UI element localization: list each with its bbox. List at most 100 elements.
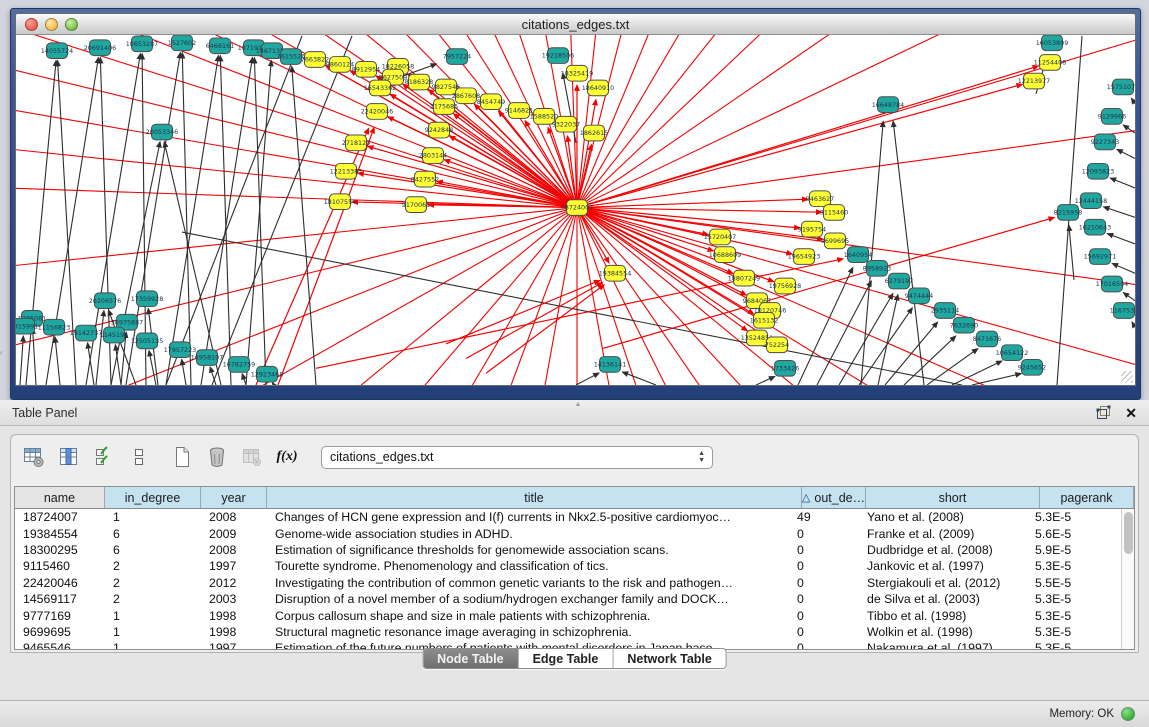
cell-title[interactable]: Disruption of a novel member of a sodium… [267, 592, 789, 606]
network-node[interactable]: 16782759 [223, 357, 256, 373]
network-node[interactable]: 15720407 [704, 229, 737, 245]
network-node[interactable]: 7957224 [443, 49, 471, 65]
column-header-out_degree[interactable]: △out_de… [802, 487, 866, 508]
splitter-handle-icon[interactable]: ▲ [575, 401, 582, 408]
cell-pagerank[interactable]: 5.3E-5 [1027, 510, 1121, 524]
cell-year[interactable]: 2009 [201, 527, 267, 541]
minimize-window-icon[interactable] [45, 18, 58, 31]
cell-title[interactable]: Investigating the contribution of common… [267, 576, 789, 590]
network-node[interactable]: 9860124 [326, 57, 354, 73]
cell-title[interactable]: Genome-wide association studies in ADHD. [267, 527, 789, 541]
network-node[interactable]: 18640910 [582, 80, 615, 96]
network-node[interactable]: 20206576 [89, 293, 122, 309]
zoom-window-icon[interactable] [65, 18, 78, 31]
network-node[interactable]: 9115460 [820, 205, 848, 221]
cell-out_degree[interactable]: 0 [789, 559, 853, 573]
cell-pagerank[interactable]: 5.5E-5 [1027, 576, 1121, 590]
network-node[interactable]: 9129966 [1098, 109, 1126, 125]
table-row[interactable]: 969969511998Structural magnetic resonanc… [15, 624, 1121, 640]
cell-year[interactable]: 1998 [201, 625, 267, 639]
cell-in_degree[interactable]: 1 [105, 641, 201, 649]
network-node[interactable]: 18107554 [324, 194, 357, 210]
network-node[interactable]: 9170061 [402, 197, 430, 213]
network-node[interactable]: 9242848 [425, 122, 453, 138]
network-node[interactable]: 752254 [765, 337, 789, 353]
column-header-title[interactable]: title [267, 487, 802, 508]
table-row[interactable]: 1456911722003Disruption of a novel membe… [15, 591, 1121, 607]
network-node[interactable]: 7615526 [277, 49, 305, 65]
network-node[interactable]: 2718120 [342, 135, 370, 151]
cell-short[interactable]: Wolkin et al. (1998) [853, 625, 1027, 639]
network-node[interactable]: 19756928 [769, 278, 802, 294]
cell-pagerank[interactable]: 5.6E-5 [1027, 527, 1121, 541]
cell-title[interactable]: Changes of HCN gene expression and I(f) … [267, 510, 789, 524]
cell-short[interactable]: Stergiakouli et al. (2012) [853, 576, 1027, 590]
cell-out_degree[interactable]: 0 [789, 527, 853, 541]
table-selector-dropdown[interactable]: citations_edges.txt ▲▼ [321, 446, 713, 469]
cell-name[interactable]: 22420046 [15, 576, 105, 590]
network-node[interactable]: 9195754 [798, 221, 826, 237]
network-node[interactable]: 12213977 [1018, 73, 1051, 89]
network-node[interactable]: 19654923 [788, 249, 821, 265]
network-node[interactable]: 1615132 [750, 312, 778, 328]
cell-year[interactable]: 2012 [201, 576, 267, 590]
cell-out_degree[interactable]: 49 [789, 510, 853, 524]
cell-short[interactable]: Tibbo et al. (1998) [853, 609, 1027, 623]
cell-in_degree[interactable]: 1 [105, 510, 201, 524]
network-node[interactable]: 8215958 [1054, 205, 1082, 221]
column-header-in_degree[interactable]: in_degree [105, 487, 201, 508]
cell-out_degree[interactable]: 0 [789, 543, 853, 557]
cell-year[interactable]: 2003 [201, 592, 267, 606]
cell-short[interactable]: Franke et al. (2009) [853, 527, 1027, 541]
cell-short[interactable]: Yano et al. (2008) [853, 510, 1027, 524]
network-node[interactable]: 1145194 [100, 327, 128, 343]
cell-pagerank[interactable]: 5.3E-5 [1027, 609, 1121, 623]
network-node[interactable]: 19142737 [70, 325, 103, 341]
table-row[interactable]: 1938455462009Genome-wide association stu… [15, 525, 1121, 541]
network-window-titlebar[interactable]: citations_edges.txt [16, 14, 1135, 35]
network-node[interactable]: 20691406 [84, 40, 117, 56]
cell-name[interactable]: 18300295 [15, 543, 105, 557]
network-node[interactable]: 1640954 [844, 247, 872, 263]
column-header-name[interactable]: name [15, 487, 105, 508]
cell-title[interactable]: Estimation of significance thresholds fo… [267, 543, 789, 557]
cell-year[interactable]: 2008 [201, 510, 267, 524]
cell-out_degree[interactable]: 0 [789, 592, 853, 606]
cell-short[interactable]: Nakamura et al. (1997) [853, 641, 1027, 649]
column-header-pagerank[interactable]: pagerank [1040, 487, 1134, 508]
select-all-icon[interactable] [91, 444, 117, 470]
cell-year[interactable]: 1997 [201, 559, 267, 573]
table-mode-icon[interactable] [21, 444, 47, 470]
cell-name[interactable]: 9699695 [15, 625, 105, 639]
network-node[interactable]: 2803144 [419, 148, 447, 164]
network-node[interactable]: 19218506 [542, 48, 575, 64]
float-panel-icon[interactable] [1096, 405, 1111, 420]
tab-node-table[interactable]: Node Table [423, 649, 518, 668]
cell-out_degree[interactable]: 0 [789, 625, 853, 639]
network-node[interactable]: 10653287 [126, 36, 159, 52]
network-node[interactable]: 1167533 [1110, 303, 1135, 319]
network-node[interactable]: 7632690 [950, 317, 978, 333]
cell-year[interactable]: 2008 [201, 543, 267, 557]
show-columns-icon[interactable] [56, 444, 82, 470]
network-node[interactable]: 8471676 [973, 331, 1001, 347]
cell-title[interactable]: Structural magnetic resonance image aver… [267, 625, 789, 639]
close-window-icon[interactable] [25, 18, 38, 31]
network-node[interactable]: 9245652 [1018, 360, 1046, 376]
network-node[interactable]: 12923468 [251, 366, 284, 382]
network-node[interactable]: 16210643 [1079, 219, 1112, 235]
tab-edge-table[interactable]: Edge Table [519, 649, 614, 668]
network-node[interactable]: 6466161 [206, 38, 234, 54]
table-row[interactable]: 1830029562008Estimation of significance … [15, 542, 1121, 558]
delete-column-icon[interactable] [204, 444, 230, 470]
table-row[interactable]: 977716911998Corpus callosum shape and si… [15, 607, 1121, 623]
network-node[interactable]: 10688609 [709, 247, 742, 263]
network-node[interactable]: 15751074 [1107, 79, 1135, 95]
network-node[interactable]: 18807249 [728, 270, 761, 286]
table-row[interactable]: 1872400712008Changes of HCN gene express… [15, 509, 1121, 525]
cell-short[interactable]: de Silva et al. (2003) [853, 592, 1027, 606]
cell-in_degree[interactable]: 1 [105, 625, 201, 639]
network-node[interactable]: 8958923 [863, 260, 891, 276]
cell-title[interactable]: Corpus callosum shape and size in male p… [267, 609, 789, 623]
cell-pagerank[interactable]: 5.3E-5 [1027, 641, 1121, 649]
